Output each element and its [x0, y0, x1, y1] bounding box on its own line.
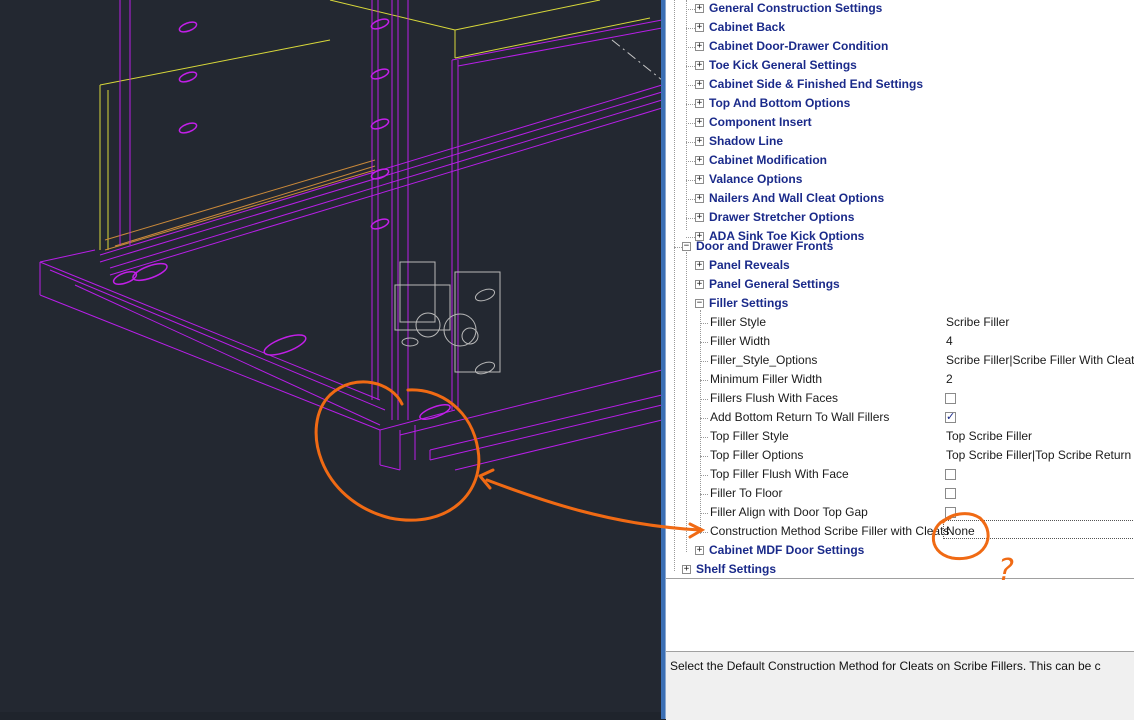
property-checkbox[interactable]	[945, 410, 956, 423]
expand-toggle[interactable]: +	[695, 99, 704, 108]
property-value[interactable]: Top Scribe Filler|Top Scribe Return Fi	[946, 446, 1134, 465]
tree-line	[686, 218, 695, 219]
tree-line	[686, 28, 695, 29]
property-name[interactable]: Add Bottom Return To Wall Fillers	[710, 408, 889, 427]
property-checkbox[interactable]	[945, 469, 956, 480]
tree-line	[674, 247, 682, 248]
expand-toggle-panel-general[interactable]: +	[695, 280, 704, 289]
tree-line	[686, 180, 695, 181]
category-item[interactable]: Shadow Line	[709, 132, 783, 151]
tree-line	[700, 361, 708, 362]
selected-value-box[interactable]	[943, 520, 1134, 539]
tree-line	[674, 0, 675, 571]
property-value[interactable]: Scribe Filler	[946, 313, 1009, 332]
property-name[interactable]: Filler Style	[710, 313, 766, 332]
category-item[interactable]: Drawer Stretcher Options	[709, 208, 854, 227]
expand-toggle[interactable]: +	[695, 213, 704, 222]
property-name[interactable]: Filler Width	[710, 332, 770, 351]
property-name[interactable]: Construction Method Scribe Filler with C…	[710, 522, 949, 541]
category-cabinet-mdf-door-settings[interactable]: Cabinet MDF Door Settings	[709, 541, 864, 560]
property-checkbox[interactable]	[945, 507, 956, 518]
expand-toggle[interactable]: +	[695, 42, 704, 51]
expand-toggle[interactable]: +	[695, 61, 704, 70]
tree-line	[686, 142, 695, 143]
tree-line	[686, 85, 695, 86]
property-value[interactable]: Scribe Filler|Scribe Filler With Cleats|	[946, 351, 1134, 370]
category-item[interactable]: Cabinet Modification	[709, 151, 827, 170]
property-value[interactable]: Top Scribe Filler	[946, 427, 1032, 446]
category-item[interactable]: Cabinet Door-Drawer Condition	[709, 37, 888, 56]
tree-line	[686, 123, 695, 124]
property-panel: + General Construction Settings + Cabinet B…	[665, 0, 1134, 720]
category-item[interactable]: Component Insert	[709, 113, 812, 132]
category-item[interactable]: Top And Bottom Options	[709, 94, 850, 113]
tree-line	[686, 47, 695, 48]
tree-line	[700, 380, 708, 381]
expand-toggle[interactable]: +	[695, 175, 704, 184]
expand-toggle-mdf-door[interactable]: +	[695, 546, 704, 555]
property-checkbox[interactable]	[945, 393, 956, 404]
tree-line	[686, 0, 687, 230]
category-shelf-settings[interactable]: Shelf Settings	[696, 560, 776, 578]
expand-toggle[interactable]: +	[695, 118, 704, 127]
tree-line	[700, 494, 708, 495]
tree-line	[700, 475, 708, 476]
property-value[interactable]: 2	[946, 370, 953, 389]
property-tree[interactable]: + General Construction Settings + Cabinet B…	[666, 0, 1134, 578]
property-name[interactable]: Filler Align with Door Top Gap	[710, 503, 868, 522]
category-door-drawer-fronts[interactable]: Door and Drawer Fronts	[696, 237, 833, 256]
expand-toggle[interactable]: +	[695, 194, 704, 203]
category-panel-reveals[interactable]: Panel Reveals	[709, 256, 790, 275]
tree-line	[700, 513, 708, 514]
wireframe-cabinet-model	[39, 0, 663, 471]
category-item[interactable]: General Construction Settings	[709, 0, 882, 18]
category-panel-general-settings[interactable]: Panel General Settings	[709, 275, 840, 294]
property-name[interactable]: Minimum Filler Width	[710, 370, 822, 389]
category-item[interactable]: Cabinet Back	[709, 18, 785, 37]
property-name[interactable]: Top Filler Style	[710, 427, 789, 446]
tree-line	[686, 199, 695, 200]
category-filler-settings[interactable]: Filler Settings	[709, 294, 788, 313]
expand-toggle[interactable]: +	[695, 137, 704, 146]
property-name[interactable]: Fillers Flush With Faces	[710, 389, 838, 408]
category-item[interactable]: Valance Options	[709, 170, 802, 189]
property-checkbox[interactable]	[945, 488, 956, 499]
tree-line	[686, 161, 695, 162]
expand-toggle[interactable]: +	[695, 80, 704, 89]
property-name[interactable]: Filler_Style_Options	[710, 351, 817, 370]
collapse-toggle-door-drawer-fronts[interactable]: −	[682, 242, 691, 251]
tree-line	[700, 437, 708, 438]
tree-line	[700, 399, 708, 400]
tree-line	[686, 66, 695, 67]
description-text: Select the Default Construction Method f…	[670, 659, 1101, 673]
expand-toggle[interactable]: +	[695, 4, 704, 13]
property-name[interactable]: Top Filler Options	[710, 446, 803, 465]
tree-line	[686, 252, 687, 552]
collapse-toggle-filler-settings[interactable]: −	[695, 299, 704, 308]
category-item[interactable]: Cabinet Side & Finished End Settings	[709, 75, 923, 94]
tree-line	[686, 237, 695, 238]
property-name[interactable]: Top Filler Flush With Face	[710, 465, 849, 484]
description-pane: Select the Default Construction Method f…	[666, 651, 1134, 720]
expand-toggle[interactable]: +	[695, 23, 704, 32]
expand-toggle-shelf-settings[interactable]: +	[682, 565, 691, 574]
tree-line	[700, 323, 708, 324]
tree-line	[700, 418, 708, 419]
category-item[interactable]: Nailers And Wall Cleat Options	[709, 189, 884, 208]
divider	[666, 578, 1134, 579]
property-name[interactable]: Filler To Floor	[710, 484, 782, 503]
tree-line	[700, 342, 708, 343]
cad-viewport[interactable]	[0, 0, 663, 712]
tree-line	[700, 532, 708, 533]
property-value[interactable]: 4	[946, 332, 953, 351]
tree-line	[686, 104, 695, 105]
category-item[interactable]: Toe Kick General Settings	[709, 56, 857, 75]
expand-toggle[interactable]: +	[695, 156, 704, 165]
tree-line	[686, 9, 695, 10]
tree-line	[700, 456, 708, 457]
expand-toggle-panel-reveals[interactable]: +	[695, 261, 704, 270]
tree-line	[700, 310, 701, 534]
